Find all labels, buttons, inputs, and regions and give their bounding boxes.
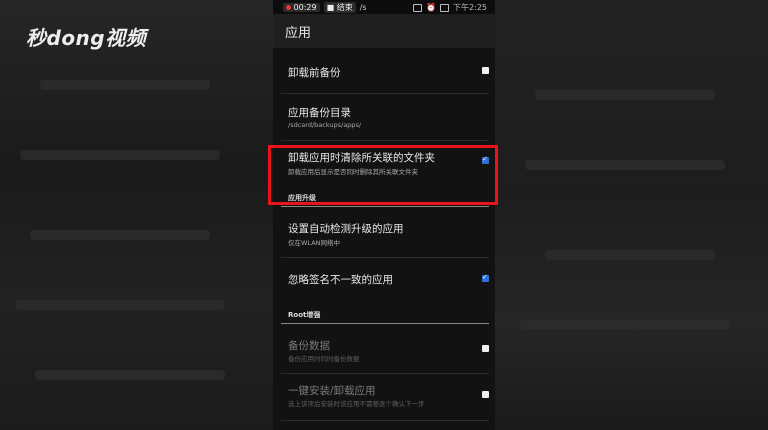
divider (281, 93, 489, 94)
setting-title: 一键安装/卸载应用 (288, 385, 376, 397)
setting-title: 设置自动检测升级的应用 (288, 223, 404, 235)
one-click-install-checkbox[interactable] (482, 391, 489, 398)
setting-subtitle: 选上该项后安装时该应用不需要逐个确认下一步 (288, 400, 425, 408)
divider (281, 420, 489, 421)
blurred-row (520, 320, 730, 330)
record-dot-icon (286, 5, 291, 10)
app-bar: 应用 (273, 14, 495, 48)
phone-screen: 00:29 ■ 结束 /s ⏰ 下午2:25 应用 卸载前备份 应用备份目录 /… (273, 0, 495, 430)
blurred-row (35, 370, 225, 380)
record-time: 00:29 (293, 3, 317, 12)
setting-one-click-install[interactable]: 一键安装/卸载应用 选上该项后安装时该应用不需要逐个确认下一步 (273, 376, 495, 422)
setting-title: 卸载前备份 (288, 67, 341, 79)
status-right: ⏰ 下午2:25 (413, 2, 487, 13)
end-record-button[interactable]: ■ 结束 (323, 2, 356, 13)
setting-title: 忽略签名不一致的应用 (288, 274, 393, 286)
setting-backup-directory[interactable]: 应用备份目录 /sdcard/backups/apps/ (273, 96, 495, 138)
backup-before-uninstall-checkbox[interactable] (482, 67, 489, 74)
divider (281, 257, 489, 258)
blurred-background-left (0, 0, 273, 430)
highlight-annotation-box (268, 145, 498, 205)
blurred-row (535, 90, 715, 100)
blurred-background-right (495, 0, 768, 430)
status-bar: 00:29 ■ 结束 /s ⏰ 下午2:25 (273, 0, 495, 14)
blurred-row (20, 150, 220, 160)
blurred-row (30, 230, 210, 240)
watermark-logo: 秒dong视频 (26, 26, 147, 50)
status-fragment: /s (359, 3, 367, 12)
blurred-row (525, 160, 725, 170)
setting-ignore-signature-mismatch[interactable]: 忽略签名不一致的应用 (273, 260, 495, 300)
end-label: 结束 (336, 3, 353, 12)
blurred-row (15, 300, 225, 310)
setting-backup-data[interactable]: 备份数据 备份应用时同时备份数据 (273, 330, 495, 372)
section-divider (281, 206, 489, 207)
setting-subtitle: /sdcard/backups/apps/ (288, 121, 362, 129)
blurred-row (40, 80, 210, 90)
setting-auto-check-upgrades[interactable]: 设置自动检测升级的应用 仅在WLAN网络中 (273, 212, 495, 256)
divider (281, 140, 489, 141)
setting-title: 备份数据 (288, 340, 330, 352)
alarm-icon: ⏰ (426, 3, 437, 12)
setting-title: 应用备份目录 (288, 107, 351, 119)
stop-icon: ■ (326, 3, 335, 12)
divider (281, 373, 489, 374)
screen-record-pill[interactable]: 00:29 (283, 3, 320, 12)
ignore-signature-mismatch-checkbox[interactable] (482, 273, 489, 282)
backup-data-checkbox[interactable] (482, 345, 489, 352)
setting-backup-before-uninstall[interactable]: 卸载前备份 (273, 56, 495, 92)
status-clock: 下午2:25 (453, 3, 487, 12)
notification-icon (413, 3, 423, 12)
setting-subtitle: 仅在WLAN网络中 (288, 239, 341, 247)
battery-icon (440, 3, 450, 12)
section-divider (281, 323, 489, 324)
setting-subtitle: 备份应用时同时备份数据 (288, 355, 360, 363)
page-title: 应用 (285, 26, 312, 41)
blurred-row (545, 250, 715, 260)
status-left: 00:29 ■ 结束 /s (283, 2, 367, 13)
section-header-root: Root增强 (288, 311, 321, 319)
